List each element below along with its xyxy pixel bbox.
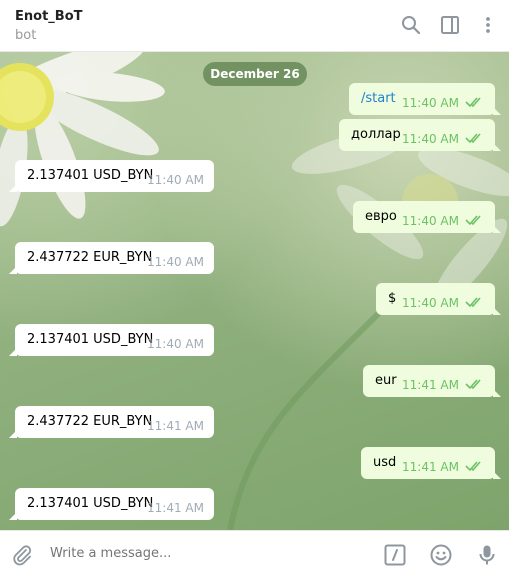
message-outgoing[interactable]: eur 11:41 AM <box>363 365 501 397</box>
bubble-tail <box>9 430 17 438</box>
read-check-icon <box>465 297 481 308</box>
bubble-tail <box>9 266 17 274</box>
message-input[interactable] <box>50 546 350 561</box>
more-vert-icon[interactable] <box>477 14 499 36</box>
bubble-tail <box>493 471 501 479</box>
message-list[interactable]: December 26 /start 11:40 AM доллар 11:40… <box>0 52 509 530</box>
message-time: 11:41 AM <box>402 378 459 392</box>
message-time: 11:40 AM <box>402 296 459 310</box>
message-time: 11:40 AM <box>147 337 204 351</box>
microphone-icon[interactable] <box>475 543 499 567</box>
message-outgoing[interactable]: usd 11:41 AM <box>361 447 501 479</box>
message-text: 2.437722 EUR_BYN <box>27 414 153 429</box>
message-outgoing[interactable]: евро 11:40 AM <box>353 201 501 233</box>
bubble-tail <box>493 107 501 115</box>
bot-command-link[interactable]: /start <box>361 91 396 106</box>
message-time: 11:41 AM <box>402 460 459 474</box>
attach-icon[interactable] <box>10 543 34 567</box>
message-text: 2.437722 EUR_BYN <box>27 250 153 265</box>
message-time: 11:40 AM <box>402 214 459 228</box>
read-check-icon <box>465 133 481 144</box>
bubble-tail <box>493 225 501 233</box>
emoji-icon[interactable] <box>429 543 453 567</box>
message-time: 11:40 AM <box>402 96 459 110</box>
read-check-icon <box>465 461 481 472</box>
chat-subtitle: bot <box>15 28 37 43</box>
message-outgoing[interactable]: /start 11:40 AM <box>349 83 501 115</box>
message-text: 2.137401 USD_BYN <box>27 496 154 511</box>
message-time: 11:40 AM <box>402 132 459 146</box>
read-check-icon <box>465 379 481 390</box>
bubble-tail <box>9 348 17 356</box>
bubble-tail <box>493 143 501 151</box>
message-incoming[interactable]: 2.437722 EUR_BYN 11:40 AM <box>9 242 214 274</box>
message-incoming[interactable]: 2.437722 EUR_BYN 11:41 AM <box>9 406 214 438</box>
date-separator: December 26 <box>203 62 307 86</box>
message-composer <box>0 530 509 578</box>
search-icon[interactable] <box>400 14 422 36</box>
message-text: доллар <box>351 127 401 142</box>
message-time: 11:40 AM <box>147 255 204 269</box>
message-outgoing[interactable]: $ 11:40 AM <box>376 283 501 315</box>
message-text: eur <box>375 373 397 388</box>
bot-command-icon[interactable] <box>383 543 407 567</box>
bubble-tail <box>9 184 17 192</box>
message-time: 11:41 AM <box>147 419 204 433</box>
message-text: евро <box>365 209 397 224</box>
message-incoming[interactable]: 2.137401 USD_BYN 11:40 AM <box>9 160 214 192</box>
message-text: 2.137401 USD_BYN <box>27 168 154 183</box>
message-text: 2.137401 USD_BYN <box>27 332 154 347</box>
chat-title[interactable]: Enot_BoT <box>15 9 83 24</box>
chat-header: Enot_BoT bot <box>0 0 509 52</box>
message-time: 11:40 AM <box>147 173 204 187</box>
read-check-icon <box>465 215 481 226</box>
bubble-tail <box>493 389 501 397</box>
read-check-icon <box>465 97 481 108</box>
message-text: $ <box>388 291 397 306</box>
bubble-tail <box>9 512 17 520</box>
sidebar-toggle-icon[interactable] <box>439 14 461 36</box>
message-text: usd <box>373 455 397 470</box>
message-outgoing[interactable]: доллар 11:40 AM <box>339 119 501 151</box>
message-incoming[interactable]: 2.137401 USD_BYN 11:41 AM <box>9 488 214 520</box>
message-incoming[interactable]: 2.137401 USD_BYN 11:40 AM <box>9 324 214 356</box>
bubble-tail <box>493 307 501 315</box>
message-time: 11:41 AM <box>147 501 204 515</box>
